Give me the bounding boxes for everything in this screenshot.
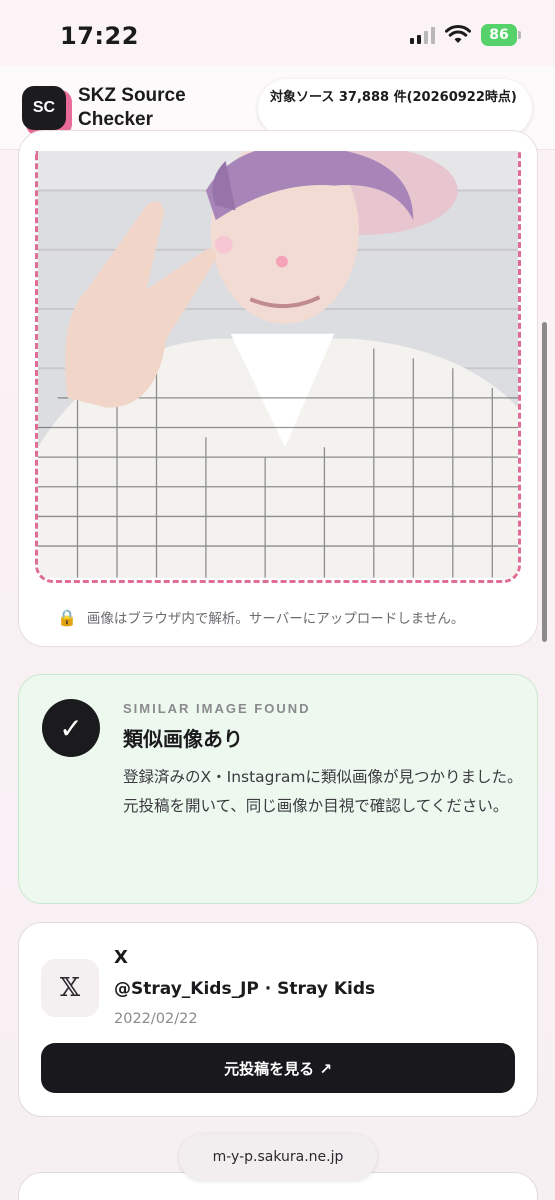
checkmark-icon: ✓ (42, 699, 100, 757)
result-description-line: 元投稿を開いて、同じ画像か目視で確認してください。 (123, 797, 509, 815)
privacy-note-text: 画像はブラウザ内で解析。サーバーにアップロードしません。 (86, 611, 465, 627)
x-logo-icon: 𝕏 (41, 959, 99, 1017)
logo-text: SC (22, 86, 66, 130)
image-upload-card: 🔒 画像はブラウザ内で解析。サーバーにアップロードしません。 (18, 130, 538, 647)
scrollbar[interactable] (542, 322, 547, 642)
status-icons: 86 (410, 24, 521, 46)
post-date: 2022/02/22 (114, 1011, 198, 1027)
result-description-line: 登録済みのX・Instagramに類似画像が見つかりました。 (123, 768, 523, 786)
privacy-note: 🔒 画像はブラウザ内で解析。サーバーにアップロードしません。 (57, 607, 465, 628)
match-card: 𝕏 X @Stray_Kids_JP · Stray Kids 2022/02/… (18, 922, 538, 1117)
browser-url-bar[interactable]: m-y-p.sakura.ne.jp (179, 1134, 377, 1180)
status-time: 17:22 (60, 22, 139, 50)
account-name: @Stray_Kids_JP · Stray Kids (114, 979, 376, 999)
platform-name: X (114, 947, 128, 968)
status-bar: 17:22 86 (0, 0, 555, 70)
app-title[interactable]: SKZ Source Checker (78, 84, 228, 132)
wifi-icon (445, 25, 471, 43)
result-eyebrow: SIMILAR IMAGE FOUND (123, 701, 311, 716)
cellular-signal-icon (410, 26, 435, 44)
result-title: 類似画像あり (123, 727, 243, 751)
app-logo[interactable]: SC (22, 86, 72, 136)
battery-level: 86 (489, 27, 509, 43)
result-card: ✓ SIMILAR IMAGE FOUND 類似画像あり 登録済みのX・Inst… (18, 674, 538, 904)
source-count-badge: 対象ソース 37,888 件(20260922時点) (258, 79, 532, 137)
uploaded-photo (38, 151, 518, 578)
lock-icon: 🔒 (57, 607, 77, 627)
battery-icon: 86 (481, 24, 521, 46)
image-drop-zone[interactable] (35, 151, 521, 583)
result-description: 登録済みのX・Instagramに類似画像が見つかりました。 元投稿を開いて、同… (123, 763, 523, 821)
view-original-post-button[interactable]: 元投稿を見る ↗ (41, 1043, 515, 1093)
